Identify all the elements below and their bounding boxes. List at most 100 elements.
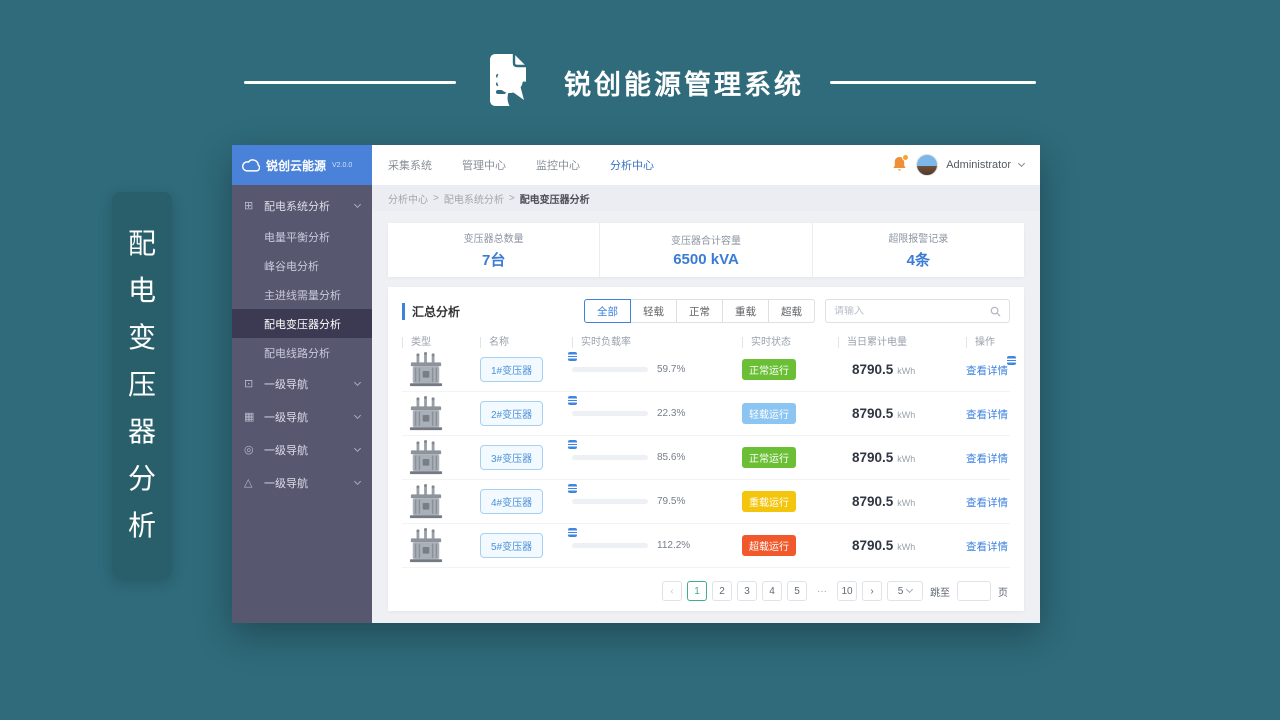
search-input[interactable]	[834, 305, 990, 317]
transformer-name-button[interactable]: 4#变压器	[480, 489, 544, 514]
transformer-image	[404, 484, 448, 520]
filter-heavy-load[interactable]: 重载	[722, 299, 769, 323]
nav-manage-center[interactable]: 管理中心	[462, 157, 506, 173]
breadcrumb-item[interactable]: 分析中心	[388, 191, 428, 206]
load-progress-track	[572, 411, 648, 416]
sidebar-nav-label: 一级导航	[264, 411, 308, 424]
table-row: 2#变压器 22.3% 轻载运行 8790.5 kWh 查看详情	[402, 392, 1010, 436]
chip-badge-icon	[1007, 355, 1016, 365]
load-progress-track	[572, 455, 648, 460]
external-link-icon: ⊡	[244, 378, 254, 390]
col-status: 实时状态	[742, 337, 838, 348]
page-button[interactable]: 2	[712, 581, 732, 601]
filter-normal[interactable]: 正常	[676, 299, 723, 323]
page-button[interactable]: 1	[687, 581, 707, 601]
sidebar-nav-4[interactable]: △ 一级导航	[232, 466, 372, 499]
chevron-down-icon	[353, 444, 362, 452]
energy-value: 8790.5	[852, 362, 894, 377]
sidebar-menu: ⊞ 配电系统分析 电量平衡分析 峰谷电分析 主进线需量分析 配电变压器分析 配电…	[232, 185, 372, 623]
breadcrumb-item[interactable]: 配电系统分析	[444, 191, 504, 206]
chip-badge-icon	[568, 484, 577, 493]
user-menu-caret-icon[interactable]	[1017, 159, 1026, 168]
view-details-link[interactable]: 查看详情	[966, 495, 1008, 510]
stat-label: 变压器合计容量	[670, 236, 741, 247]
search-icon[interactable]	[990, 306, 1001, 317]
filter-all[interactable]: 全部	[584, 299, 631, 323]
page-button[interactable]: 5	[787, 581, 807, 601]
nav-collect-system[interactable]: 采集系统	[388, 157, 432, 173]
transformer-image	[404, 528, 448, 564]
stats-bar: 变压器总数量 7台 变压器合计容量 6500 kVA 超限报警记录 4条	[388, 223, 1024, 277]
next-page-button[interactable]: ›	[862, 581, 882, 601]
sidebar-nav-1[interactable]: ⊡ 一级导航	[232, 367, 372, 400]
load-progress-track	[572, 499, 648, 504]
page-suffix: 页	[998, 587, 1008, 599]
view-details-link[interactable]: 查看详情	[966, 407, 1008, 422]
sidebar-nav-2[interactable]: ▦ 一级导航	[232, 400, 372, 433]
col-actions: 操作	[966, 337, 1010, 348]
sidebar-nav-3[interactable]: ◎ 一级导航	[232, 433, 372, 466]
table-row: 3#变压器 85.6% 正常运行 8790.5 kWh 查看详情	[402, 436, 1010, 480]
sidebar-group-distribution-analysis[interactable]: ⊞ 配电系统分析	[232, 189, 372, 222]
transformer-image	[404, 440, 448, 476]
view-details-link[interactable]: 查看详情	[966, 451, 1008, 466]
breadcrumb-separator: >	[508, 192, 515, 204]
headline: 锐创能源管理系统	[0, 52, 1280, 112]
prev-page-button[interactable]: ‹	[662, 581, 682, 601]
search-box	[825, 299, 1010, 323]
top-nav: 采集系统 管理中心 监控中心 分析中心 Administrator	[372, 145, 1040, 185]
notification-bell-icon[interactable]	[892, 154, 910, 174]
table-header: 类型 名称 实时负载率 实时状态 当日累计电量 操作	[402, 337, 1010, 348]
stat-value: 7台	[481, 252, 506, 269]
page-size-select[interactable]: 5	[887, 581, 923, 601]
load-progress-track	[572, 543, 648, 548]
chip-badge-icon	[568, 396, 577, 405]
stat-label: 超限报警记录	[888, 234, 949, 245]
filter-overload[interactable]: 超载	[768, 299, 815, 323]
transformer-image	[404, 352, 448, 388]
chip-badge-icon	[568, 440, 577, 449]
sidebar-item-line-analysis[interactable]: 配电线路分析	[232, 338, 372, 367]
check-circle-icon: ◎	[244, 444, 254, 456]
table-row: 4#变压器 79.5% 重载运行 8790.5 kWh 查看详情	[402, 480, 1010, 524]
page-button[interactable]: 3	[737, 581, 757, 601]
nav-monitor-center[interactable]: 监控中心	[536, 157, 580, 173]
user-avatar[interactable]	[916, 154, 939, 176]
stat-total-capacity: 变压器合计容量 6500 kVA	[600, 223, 813, 277]
sidebar-logo[interactable]: 锐创云能源 V2.0.0	[232, 145, 372, 185]
view-details-link[interactable]: 查看详情	[966, 539, 1008, 554]
page-button[interactable]: 4	[762, 581, 782, 601]
banner-character: 压	[127, 369, 156, 400]
stat-label: 变压器总数量	[463, 234, 524, 245]
sidebar-item-mainline-demand[interactable]: 主进线需量分析	[232, 280, 372, 309]
warning-triangle-icon: △	[244, 477, 253, 489]
nav-analysis-center[interactable]: 分析中心	[610, 157, 654, 173]
pagination-ellipsis: ···	[817, 585, 827, 597]
page-button[interactable]: 10	[837, 581, 857, 601]
page-title: 锐创能源管理系统	[564, 69, 804, 100]
stat-value: 4条	[906, 252, 930, 269]
view-details-link[interactable]: 查看详情	[966, 355, 1016, 378]
banner-character: 分	[127, 463, 156, 494]
sidebar-item-peak-valley[interactable]: 峰谷电分析	[232, 251, 372, 280]
banner-character: 变	[127, 322, 156, 353]
load-percentage: 79.5%	[657, 496, 686, 507]
sidebar-item-energy-balance[interactable]: 电量平衡分析	[232, 222, 372, 251]
document-chart-icon	[490, 54, 538, 112]
sidebar: 锐创云能源 V2.0.0 ⊞ 配电系统分析 电量平衡分析 峰谷电分析 主进线需量…	[232, 145, 372, 623]
transformer-name-button[interactable]: 5#变压器	[480, 533, 544, 558]
page-size-value: 5	[897, 585, 904, 597]
chevron-down-icon	[353, 411, 362, 419]
sidebar-item-transformer-analysis[interactable]: 配电变压器分析	[232, 309, 372, 338]
transformer-name-button[interactable]: 1#变压器	[480, 357, 544, 382]
jump-page-input[interactable]	[957, 581, 991, 601]
transformer-name-button[interactable]: 2#变压器	[480, 401, 544, 426]
transformer-name-button[interactable]: 3#变压器	[480, 445, 544, 470]
notification-badge	[902, 154, 910, 161]
app-name: 锐创云能源	[266, 158, 327, 173]
filter-light-load[interactable]: 轻载	[630, 299, 677, 323]
filter-group: 全部 轻载 正常 重载 超载	[584, 299, 815, 323]
load-progress-track	[572, 367, 648, 372]
topnav-right: Administrator	[892, 154, 1026, 176]
chevron-down-icon	[906, 585, 914, 594]
